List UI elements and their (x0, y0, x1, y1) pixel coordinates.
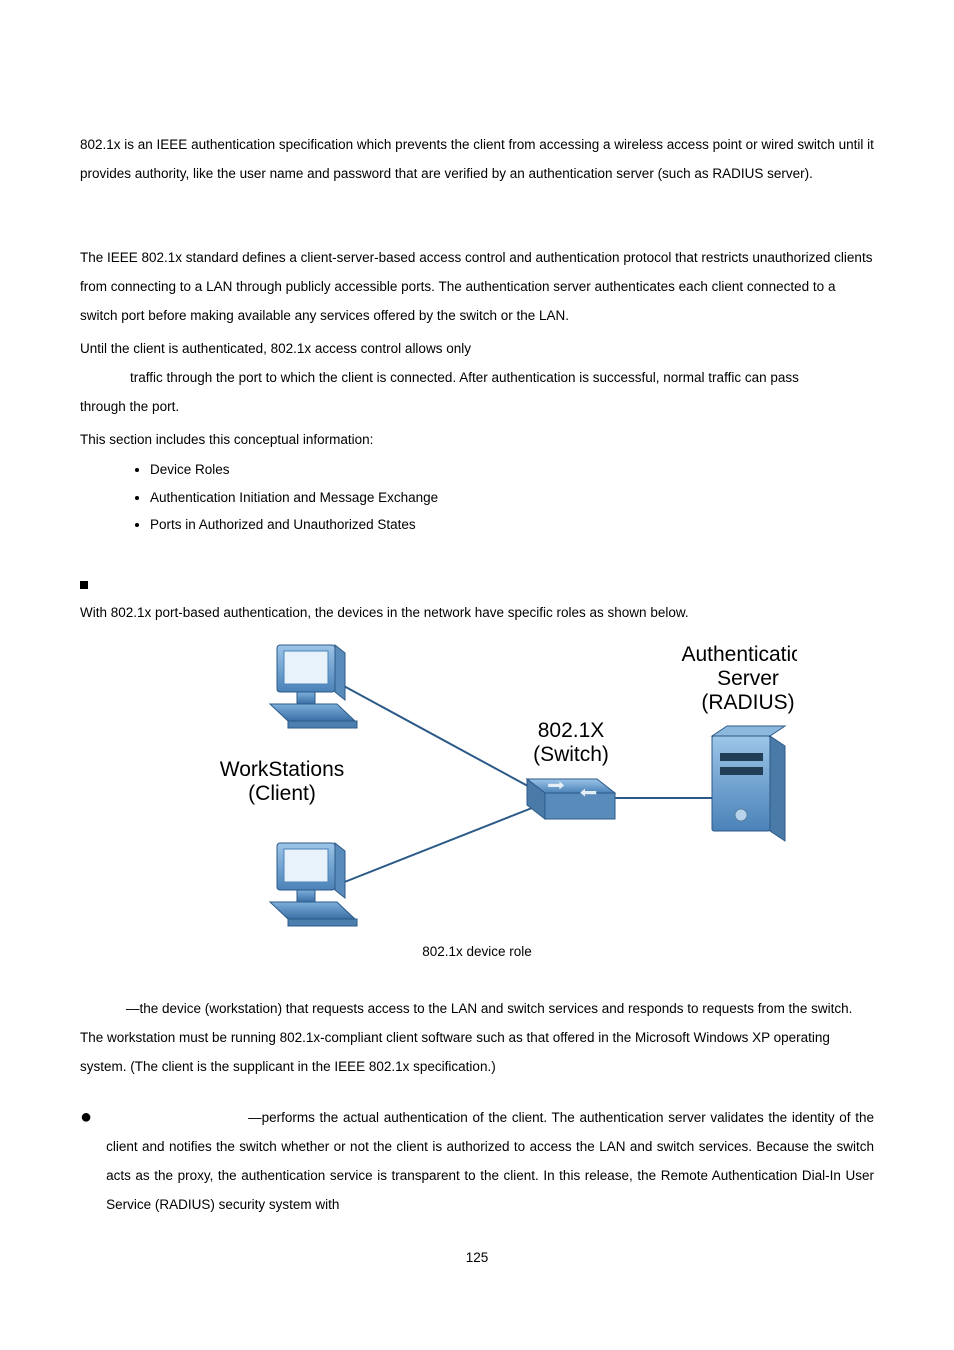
paragraph-until-auth-line2: traffic through the port to which the cl… (80, 363, 874, 392)
figure-label-workstations-l1: WorkStations (220, 758, 345, 781)
figure-label-server-l2: Server (717, 667, 779, 690)
paragraph-client-def: —the device (workstation) that requests … (80, 994, 874, 1081)
figure-label-server-l3: (RADIUS) (701, 691, 794, 714)
concept-list: Device Roles Authentication Initiation a… (80, 456, 874, 539)
bullet-dot-icon: ● (80, 1103, 92, 1219)
list-item: Authentication Initiation and Message Ex… (150, 484, 874, 512)
workstation-icon (270, 645, 357, 728)
workstation-icon (270, 843, 357, 926)
list-item: Device Roles (150, 456, 874, 484)
server-icon (712, 726, 785, 841)
diagram-802-1x-roles: WorkStations (Client) 802.1X (Switch) Au… (80, 631, 874, 931)
paragraph-section-includes: This section includes this conceptual in… (80, 425, 874, 454)
switch-icon (527, 779, 615, 819)
list-item: Ports in Authorized and Unauthorized Sta… (150, 511, 874, 539)
figure-label-switch-l1: 802.1X (538, 719, 605, 742)
figure-label-switch-l2: (Switch) (533, 743, 609, 766)
paragraph-ieee-standard: The IEEE 802.1x standard defines a clien… (80, 243, 874, 330)
paragraph-intro: 802.1x is an IEEE authentication specifi… (80, 130, 874, 188)
paragraph-auth-server-def: —performs the actual authentication of t… (106, 1110, 874, 1212)
bullet-auth-server: ● —performs the actual authentication of… (80, 1103, 874, 1219)
square-bullet-marker (80, 569, 874, 598)
paragraph-until-auth-line1: Until the client is authenticated, 802.1… (80, 334, 874, 363)
document-page: 802.1x is an IEEE authentication specifi… (0, 0, 954, 1332)
page-number: 125 (80, 1243, 874, 1272)
paragraph-until-auth-line3: through the port. (80, 392, 874, 421)
figure-caption: 802.1x device role (80, 937, 874, 966)
figure-label-workstations-l2: (Client) (248, 782, 316, 805)
figure-label-server-l1: Authentication (681, 643, 797, 666)
paragraph-roles-intro: With 802.1x port-based authentication, t… (80, 598, 874, 627)
